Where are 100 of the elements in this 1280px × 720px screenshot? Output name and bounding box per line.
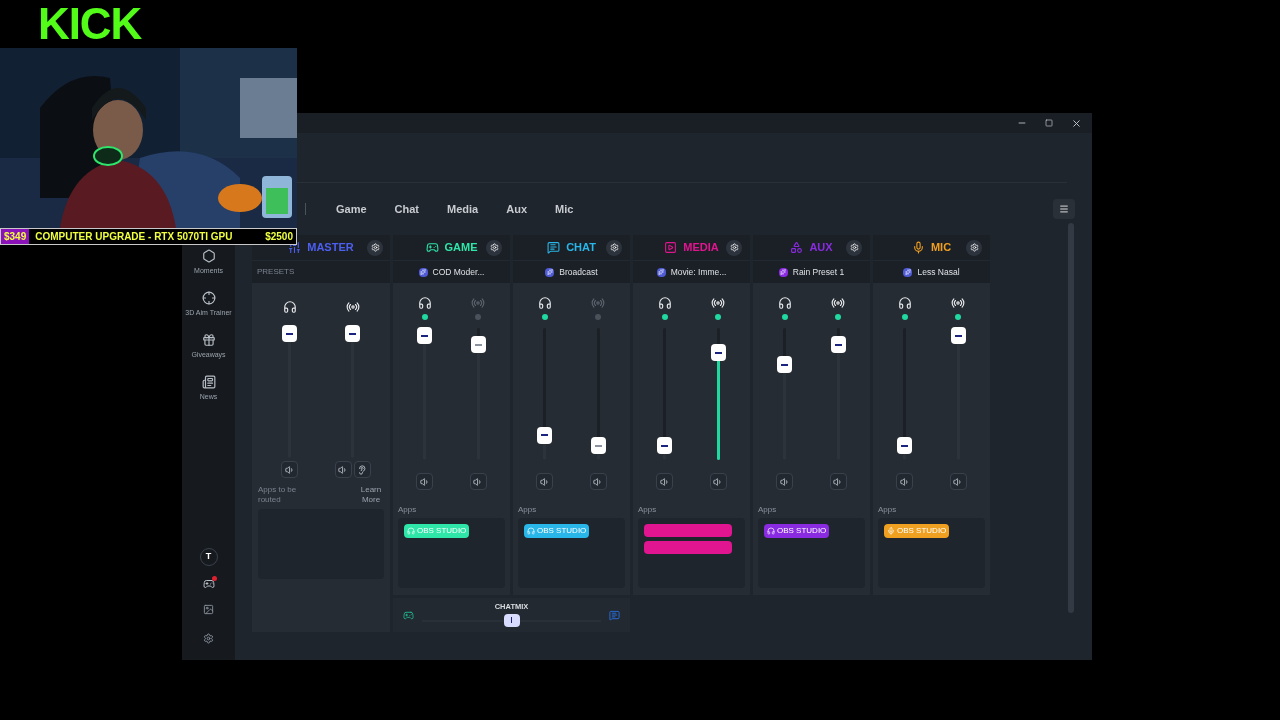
speaker-icon <box>899 476 910 487</box>
volume-slider[interactable] <box>950 328 966 460</box>
channel-name: CHAT <box>566 240 596 256</box>
speaker-icon <box>338 464 348 475</box>
volume-slider[interactable] <box>777 328 793 460</box>
slider-thumb[interactable] <box>897 437 913 455</box>
headphones-icon[interactable] <box>417 296 432 310</box>
volume-slider[interactable] <box>537 328 553 460</box>
mute-button[interactable] <box>656 473 674 490</box>
listen-button[interactable] <box>353 461 371 478</box>
settings-icon[interactable] <box>203 633 214 644</box>
mute-button[interactable] <box>536 473 554 490</box>
mute-button[interactable] <box>281 461 298 478</box>
headphones-icon <box>407 527 415 535</box>
mute-button[interactable] <box>589 473 607 490</box>
tab[interactable]: Media <box>437 196 489 222</box>
settings-icon <box>489 243 499 252</box>
settings-icon <box>849 243 859 252</box>
mute-button[interactable] <box>896 473 914 490</box>
broadcast-icon[interactable] <box>711 296 726 310</box>
headphones-icon <box>767 527 775 535</box>
settings-icon <box>370 243 380 252</box>
tab[interactable]: Game <box>326 196 377 222</box>
settings-button[interactable] <box>486 239 502 256</box>
broadcast-icon[interactable] <box>951 296 966 310</box>
apps-label: Apps <box>758 504 778 516</box>
app-tag[interactable]: OBS STUDIO <box>764 524 830 538</box>
headphones-icon[interactable] <box>282 300 297 314</box>
channel-name: AUX <box>809 240 833 256</box>
apps-label: Apps <box>638 504 658 516</box>
goal-current: $349 <box>1 229 30 244</box>
channel-name: GAME <box>444 240 478 256</box>
headphones-icon <box>527 527 535 535</box>
settings-button[interactable] <box>606 239 622 256</box>
slider-thumb[interactable] <box>590 437 606 455</box>
slider-thumb[interactable] <box>777 356 793 373</box>
speaker-icon <box>953 476 964 487</box>
channel-icon <box>547 241 561 254</box>
speaker-icon <box>539 476 550 487</box>
settings-button[interactable] <box>367 239 383 256</box>
slider-thumb[interactable] <box>470 336 486 354</box>
volume-slider[interactable] <box>590 328 606 460</box>
slider-thumb[interactable] <box>950 327 966 344</box>
headphones-icon[interactable] <box>897 296 912 310</box>
ear-icon <box>357 464 367 475</box>
broadcast-icon[interactable] <box>831 296 846 310</box>
preset-selector[interactable]: Movie: Imme... <box>633 260 750 283</box>
broadcast-icon[interactable] <box>345 300 360 314</box>
apps-label: Apps <box>878 504 898 516</box>
menu-button[interactable] <box>1053 199 1075 219</box>
volume-slider[interactable] <box>345 326 360 458</box>
speaker-icon <box>833 476 844 487</box>
volume-slider[interactable] <box>417 328 433 460</box>
app-name: OBS STUDIO <box>417 525 467 537</box>
mute-button[interactable] <box>776 473 794 490</box>
mute-button[interactable] <box>829 473 847 490</box>
learn-more-link[interactable]: Learn More <box>358 485 384 505</box>
settings-icon <box>969 243 979 252</box>
preset-selector[interactable]: Rain Preset 1 <box>753 260 870 283</box>
preset-selector[interactable]: COD Moder... <box>393 260 510 283</box>
preset-selector[interactable]: Broadcast <box>513 260 630 283</box>
slider-thumb[interactable] <box>830 336 846 354</box>
mute-button[interactable] <box>469 473 487 490</box>
tab[interactable]: Chat <box>384 196 430 222</box>
volume-slider[interactable] <box>470 328 486 460</box>
mute-button[interactable] <box>709 473 727 490</box>
slider-thumb[interactable] <box>710 344 726 362</box>
slider-thumb[interactable] <box>345 325 360 342</box>
preset-selector[interactable]: Less Nasal <box>873 260 990 283</box>
mute-button[interactable] <box>334 461 352 478</box>
news-icon <box>201 375 216 389</box>
speaker-icon <box>779 476 790 487</box>
volume-slider[interactable] <box>710 328 726 460</box>
close-icon[interactable] <box>1071 117 1082 129</box>
tab[interactable]: Mic <box>545 196 584 222</box>
headphones-icon[interactable] <box>537 296 552 310</box>
maximize-icon[interactable] <box>1045 119 1053 127</box>
slider-thumb[interactable] <box>282 325 297 342</box>
speaker-icon <box>593 476 604 487</box>
headphones-icon[interactable] <box>777 296 792 310</box>
chatmix-slider[interactable] <box>422 613 601 627</box>
settings-button[interactable] <box>726 239 742 256</box>
tab[interactable]: Aux <box>496 196 537 222</box>
volume-slider[interactable] <box>830 328 846 460</box>
settings-button[interactable] <box>966 239 982 256</box>
slider-thumb[interactable] <box>417 327 433 344</box>
controller-icon[interactable] <box>202 578 215 590</box>
settings-button[interactable] <box>846 239 862 256</box>
goal-label: COMPUTER UPGRADE - RTX 5070TI GPU <box>34 230 234 244</box>
mute-button[interactable] <box>416 473 434 490</box>
slider-thumb[interactable] <box>537 426 553 444</box>
volume-slider[interactable] <box>897 328 913 460</box>
volume-slider[interactable] <box>657 328 673 460</box>
slider-thumb[interactable] <box>657 437 673 455</box>
apps-label: Apps <box>518 504 538 516</box>
image-icon[interactable] <box>203 604 214 615</box>
volume-slider[interactable] <box>282 326 297 458</box>
headphones-icon[interactable] <box>657 296 672 310</box>
mute-button[interactable] <box>949 473 967 490</box>
slider-thumb[interactable] <box>503 613 520 627</box>
